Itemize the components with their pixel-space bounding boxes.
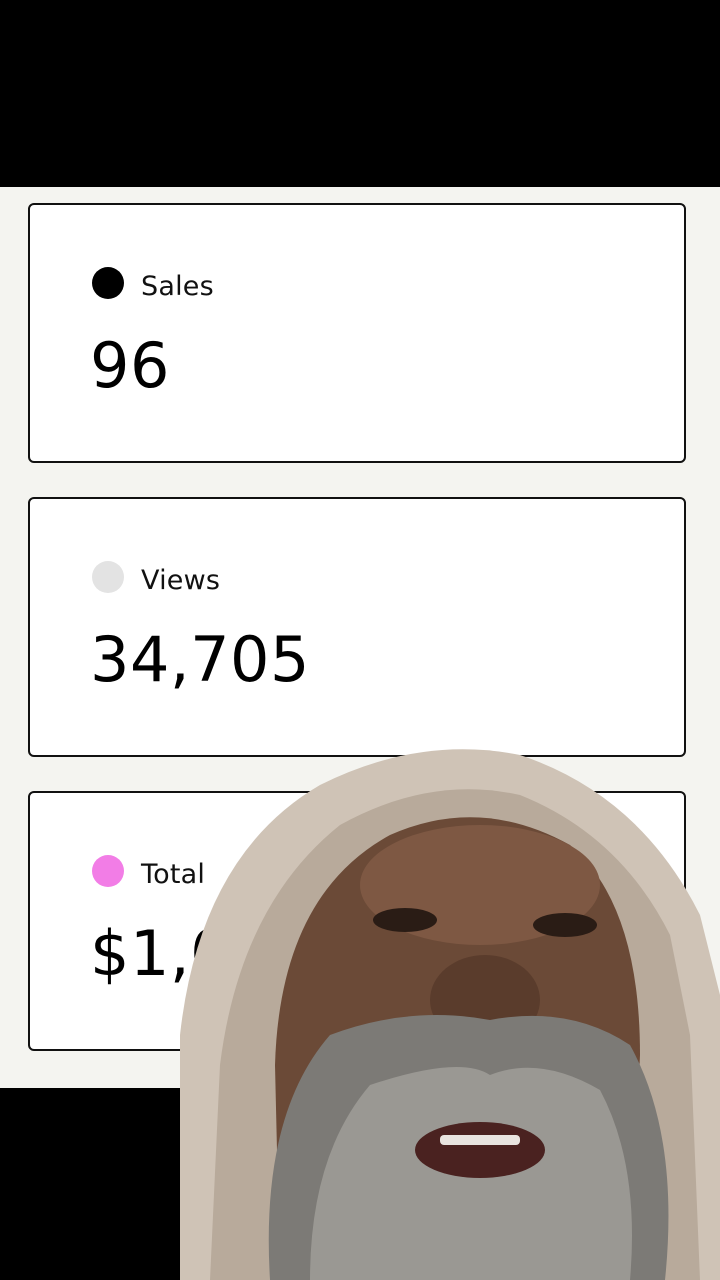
views-card[interactable]: Views 34,705 <box>28 497 686 757</box>
views-label: Views <box>141 565 221 596</box>
views-value: 34,705 <box>90 623 310 696</box>
total-dot-icon <box>92 855 124 887</box>
person-video-overlay <box>160 735 720 1280</box>
sales-card[interactable]: Sales 96 <box>28 203 686 463</box>
sales-dot-icon <box>92 267 124 299</box>
top-black-bar <box>0 0 720 187</box>
views-dot-icon <box>92 561 124 593</box>
sales-label: Sales <box>141 271 214 302</box>
sales-value: 96 <box>90 329 170 402</box>
